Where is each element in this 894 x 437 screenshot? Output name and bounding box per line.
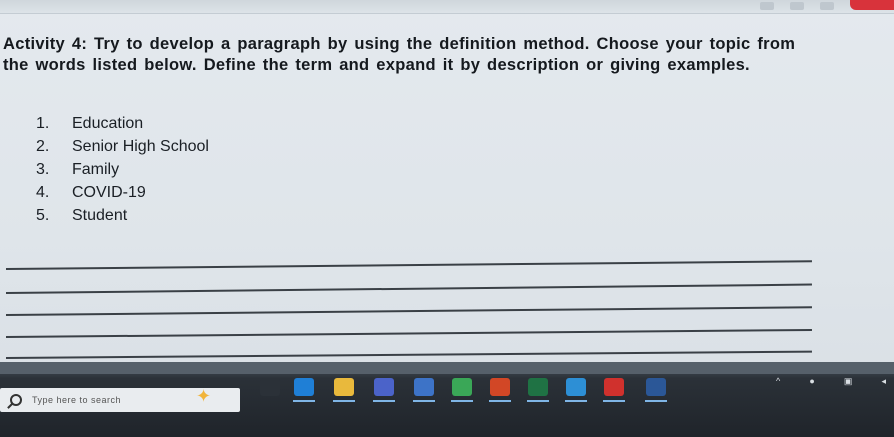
topic-list: 1. Education 2. Senior High School 3. Famil…	[36, 112, 209, 227]
running-indicator	[451, 400, 473, 402]
volume-icon[interactable]: ◂	[881, 376, 886, 387]
list-item-number: 2.	[36, 138, 50, 155]
answer-line	[5, 283, 812, 294]
edge-icon[interactable]	[294, 378, 314, 396]
running-indicator	[293, 400, 315, 402]
file-explorer-icon[interactable]	[334, 378, 354, 396]
document-page: Activity 4: Try to develop a paragraph b…	[0, 14, 894, 364]
system-tray: ^ ● ▣ ◂	[776, 372, 886, 390]
list-item: 4. COVID-19	[36, 181, 209, 204]
sparkle-icon[interactable]: ✦	[196, 386, 211, 407]
chrome-icon[interactable]	[452, 378, 472, 396]
running-indicator	[565, 400, 587, 402]
excel-icon[interactable]	[528, 378, 548, 396]
search-placeholder: Type here to search	[32, 395, 122, 405]
running-indicator	[489, 400, 511, 402]
taskbar: Type here to search ✦ ^ ● ▣ ◂	[0, 362, 894, 437]
teams-icon[interactable]	[374, 378, 394, 396]
chevron-up-icon[interactable]: ^	[776, 376, 780, 386]
running-indicator	[373, 400, 395, 402]
close-button[interactable]	[850, 0, 894, 10]
running-indicator	[527, 400, 549, 402]
list-item-number: 5.	[36, 207, 50, 224]
minimize-button[interactable]	[760, 2, 774, 10]
language-icon[interactable]: ▣	[844, 376, 853, 387]
list-item-number: 4.	[36, 184, 50, 201]
answer-line	[5, 350, 812, 359]
running-indicator	[333, 400, 355, 402]
list-item-label: Student	[72, 207, 128, 224]
answer-line	[5, 260, 812, 270]
answer-line	[5, 328, 812, 338]
list-item-label: COVID-19	[72, 184, 146, 201]
taskbar-top-strip	[0, 362, 894, 374]
list-item: 2. Senior High School	[36, 135, 209, 158]
list-item-number: 1.	[36, 115, 50, 132]
word-icon[interactable]	[646, 378, 666, 396]
window-top-bar	[0, 0, 894, 14]
network-icon[interactable]: ●	[809, 376, 814, 386]
answer-line	[5, 306, 812, 316]
list-item: 3. Family	[36, 158, 209, 181]
list-item: 1. Education	[36, 112, 209, 135]
media-player-icon[interactable]	[566, 378, 586, 396]
task-view-icon[interactable]	[260, 378, 280, 396]
restore-button[interactable]	[820, 2, 834, 10]
store-icon[interactable]	[414, 378, 434, 396]
maximize-button[interactable]	[790, 2, 804, 10]
list-item-number: 3.	[36, 161, 50, 178]
list-item-label: Education	[72, 115, 144, 132]
acrobat-icon[interactable]	[604, 378, 624, 396]
search-icon	[10, 394, 22, 406]
list-item: 5. Student	[36, 204, 209, 227]
running-indicator	[645, 400, 667, 402]
running-indicator	[413, 400, 435, 402]
running-indicator	[603, 400, 625, 402]
powerpoint-icon[interactable]	[490, 378, 510, 396]
activity-heading: Activity 4: Try to develop a paragraph b…	[3, 35, 796, 74]
list-item-label: Family	[72, 161, 120, 178]
list-item-label: Senior High School	[72, 138, 209, 155]
